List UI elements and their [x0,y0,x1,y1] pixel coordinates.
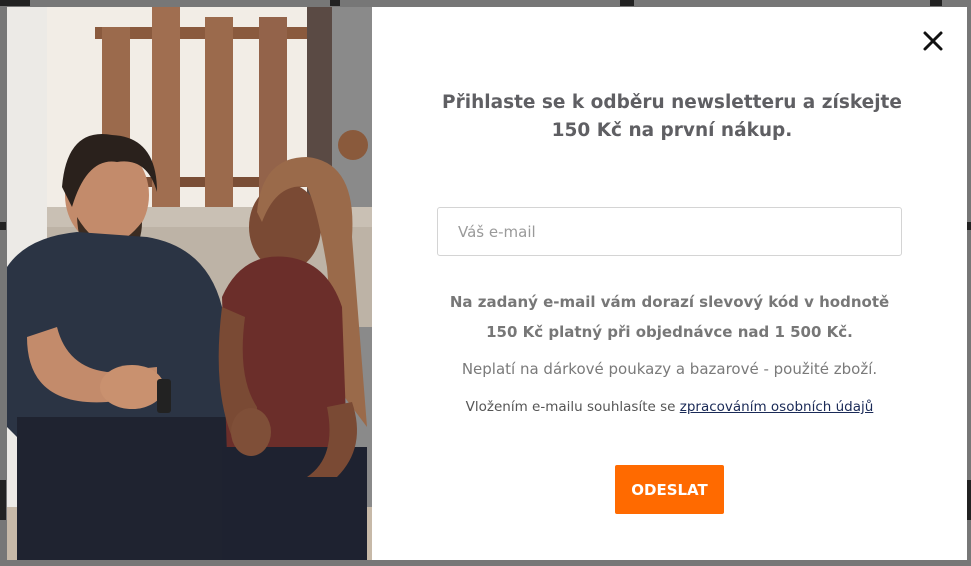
newsletter-modal: Přihlaste se k odběru newsletteru a získ… [7,7,967,560]
backdrop-fragment [0,0,30,6]
hero-photo [7,7,372,560]
consent-prefix: Vložením e-mailu souhlasíte se [465,399,680,415]
discount-info-text: Na zadaný e-mail vám dorazí slevový kód … [449,293,890,341]
backdrop-fragment [620,0,634,6]
exclusion-note: Neplatí na dárkové poukazy a bazarové - … [461,360,878,378]
backdrop-fragment [930,0,942,6]
newsletter-form-panel: Přihlaste se k odběru newsletteru a získ… [372,7,967,560]
backdrop-fragment [0,480,6,520]
privacy-policy-link[interactable]: zpracováním osobních údajů [680,399,874,415]
consent-text: Vložením e-mailu souhlasíte se zpracován… [422,399,917,415]
newsletter-headline: Přihlaste se k odběru newsletteru a získ… [442,92,902,141]
close-icon[interactable] [921,29,945,53]
backdrop-fragment [0,222,6,230]
email-input[interactable] [437,207,902,256]
couple-photo-illustration [7,7,372,560]
backdrop-fragment [330,0,340,6]
submit-button[interactable]: ODESLAT [615,465,724,514]
